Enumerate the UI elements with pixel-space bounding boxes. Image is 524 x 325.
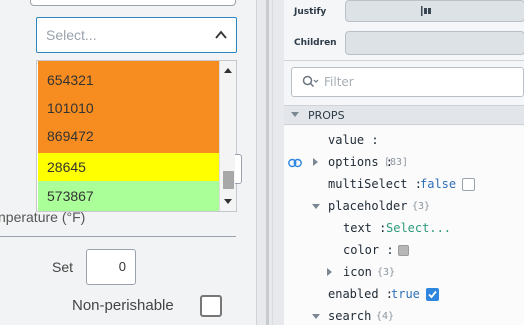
prop-row-value[interactable]: value : (284, 130, 524, 152)
temperature-label: nperature (°F) (0, 209, 86, 225)
filter-placeholder: Filter (324, 75, 354, 89)
prop-value[interactable]: false (420, 177, 456, 191)
splitter-handle[interactable] (266, 0, 269, 325)
children-label: Children (294, 38, 337, 48)
children-selector[interactable] (345, 31, 524, 55)
dropdown-options-list[interactable]: 245025 654321 101010 869472 28645 573867 (36, 60, 237, 212)
justify-selector[interactable] (345, 0, 524, 22)
options-scrollbar[interactable] (219, 61, 236, 211)
divider (0, 236, 236, 237)
justify-icon[interactable] (421, 6, 432, 16)
dropdown-option[interactable]: 869472 (38, 123, 220, 153)
scroll-up-icon[interactable] (224, 68, 232, 73)
dropdown[interactable]: Select... (36, 17, 237, 53)
color-swatch[interactable] (398, 245, 409, 256)
prop-row-text[interactable]: text : Select... (284, 218, 524, 240)
prop-value[interactable]: Select... (386, 221, 451, 235)
section-label: PROPS (308, 109, 345, 122)
prop-row-search[interactable]: search {4} (284, 306, 524, 325)
prop-count: {3} (377, 267, 396, 278)
prop-key: search (328, 309, 372, 323)
prop-key: text (343, 221, 372, 235)
prop-row-options[interactable]: options : [83] (284, 152, 524, 174)
dropdown-option[interactable]: 28645 (38, 153, 220, 181)
justify-label: Justify (294, 7, 327, 17)
collapse-icon[interactable] (312, 314, 320, 319)
checkmark-icon (428, 290, 437, 299)
scroll-down-icon[interactable] (224, 199, 232, 204)
prop-key: options (328, 155, 379, 169)
dropdown-option[interactable]: 654321 (38, 65, 220, 95)
prop-key: color (343, 243, 380, 257)
prop-key: enabled (328, 287, 379, 301)
component-box-top[interactable] (30, 0, 236, 6)
enabled-checkbox[interactable] (426, 288, 439, 301)
dropdown-placeholder: Select... (46, 27, 97, 43)
link-icon[interactable] (288, 158, 302, 168)
property-editor: Justify Children Filter PROPS value : op… (284, 0, 524, 325)
props-tree: value : options : [83] multiSelect : fal… (284, 126, 524, 325)
prop-count: {4} (376, 311, 395, 322)
prop-key: multiSelect (328, 177, 408, 191)
designer-canvas: Select... 245025 654321 101010 869472 28… (0, 0, 256, 325)
prop-key: placeholder (328, 199, 408, 213)
prop-key: icon (343, 265, 372, 279)
prop-count: {3} (412, 201, 431, 212)
non-perishable-label: Non-perishable (72, 297, 174, 314)
filter-input[interactable]: Filter (291, 67, 524, 97)
prop-row-multiselect[interactable]: multiSelect : false (284, 174, 524, 196)
splitter-line (272, 0, 273, 325)
divider (284, 60, 524, 61)
expand-icon[interactable] (313, 158, 318, 166)
search-icon (302, 75, 319, 88)
prop-row-enabled[interactable]: enabled : true (284, 284, 524, 306)
prop-row-placeholder[interactable]: placeholder {3} (284, 196, 524, 218)
scroll-thumb[interactable] (223, 171, 234, 189)
dropdown-option[interactable]: 101010 (38, 95, 220, 123)
collapse-icon[interactable] (291, 112, 299, 117)
prop-key: value (328, 133, 365, 147)
set-label: Set (52, 259, 74, 275)
chevron-up-icon (215, 30, 227, 39)
non-perishable-checkbox[interactable] (200, 295, 222, 317)
component-edge (235, 154, 242, 184)
props-section-header[interactable]: PROPS (284, 105, 524, 125)
panel-splitter[interactable] (256, 0, 284, 325)
set-input[interactable]: 0 (86, 249, 136, 285)
prop-value[interactable]: true (391, 287, 420, 301)
collapse-icon[interactable] (312, 204, 320, 209)
prop-row-color[interactable]: color : (284, 240, 524, 262)
prop-count: [83] (384, 157, 409, 168)
expand-icon[interactable] (327, 268, 332, 276)
dropdown-option[interactable]: 573867 (38, 181, 220, 211)
prop-row-icon[interactable]: icon {3} (284, 262, 524, 284)
multiselect-checkbox[interactable] (462, 178, 475, 191)
